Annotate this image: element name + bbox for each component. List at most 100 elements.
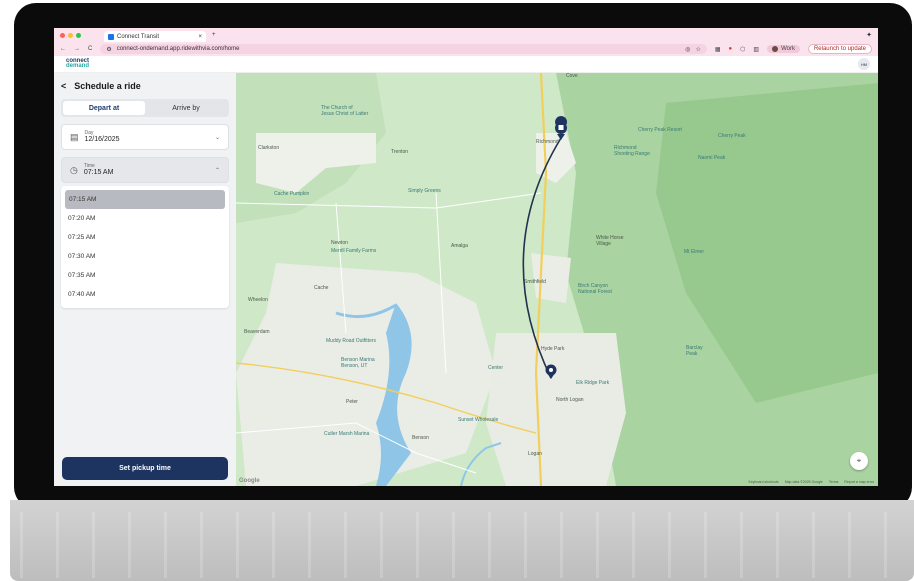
profile-label: Work <box>781 46 795 52</box>
screen: Connect Transit × + ✦ ← → C ⚙ connect-on… <box>54 28 878 486</box>
map-label-newton: Newton <box>331 240 348 246</box>
map-label-cove: Cove <box>566 73 578 79</box>
time-option[interactable]: 07:15 AM <box>65 190 225 209</box>
browser-tab[interactable]: Connect Transit × <box>104 31 206 42</box>
time-options-list: 07:15 AM 07:20 AM 07:25 AM 07:30 AM 07:3… <box>61 186 229 308</box>
favicon-icon <box>108 33 114 40</box>
depart-arrive-toggle: Depart at Arrive by <box>61 99 229 117</box>
logo-line2: demand <box>66 63 90 69</box>
map-label-simply: Simply Greens <box>408 188 441 194</box>
time-value: 07:15 AM <box>83 169 114 176</box>
map-label-trenton: Trenton <box>391 149 409 155</box>
map-label-smithfield: Smithfield <box>524 279 546 285</box>
map-attribution: Keyboard shortcuts Map data ©2025 Google… <box>749 480 874 484</box>
back-chevron-icon[interactable]: < <box>61 81 66 91</box>
map-label-newton-farms: Merrill Family Farms <box>331 248 377 254</box>
tab-depart-at[interactable]: Depart at <box>63 101 145 115</box>
map-label-birch: Birch Canyon National Forest <box>578 283 612 295</box>
tab-close-icon[interactable]: × <box>198 34 202 40</box>
map-label-cache: Cache <box>314 285 329 291</box>
app-header: connect demand HM <box>54 56 878 73</box>
map-label-peter: Peter <box>346 399 358 405</box>
day-field[interactable]: ▤ Day 12/16/2025 ⌄ <box>61 124 229 150</box>
panel-title: Schedule a ride <box>74 81 141 91</box>
terms-link[interactable]: Terms <box>829 480 839 484</box>
url-text: connect-ondemand.app.ridewithvia.com/hom… <box>116 46 240 52</box>
stand-texture <box>20 512 904 578</box>
tab-arrive-by[interactable]: Arrive by <box>145 101 227 115</box>
reload-button[interactable]: C <box>88 46 92 52</box>
profile-chip[interactable]: Work <box>767 45 800 53</box>
extension-icon[interactable]: ▦ <box>715 46 721 53</box>
map-label-benson: Benson <box>412 435 429 441</box>
map-label-muddy: Muddy Road Outfitters <box>326 338 377 344</box>
map-label-logan: Logan <box>528 451 542 457</box>
time-option[interactable]: 07:20 AM <box>61 209 229 228</box>
lens-icon[interactable]: ◎ <box>685 46 690 53</box>
map-label-pumpkin: Cache Pumpkin <box>274 191 310 197</box>
map-label-sunset: Sunset Wholesale <box>458 417 499 423</box>
map-label-cherry-resort: Cherry Peak Resort <box>638 127 682 133</box>
profile-avatar-icon <box>772 46 779 52</box>
time-field[interactable]: ◷ Time 07:15 AM ⌃ <box>61 157 229 183</box>
browser-toolbar: ← → C ⚙ connect-ondemand.app.ridewithvia… <box>54 42 878 56</box>
site-info-icon[interactable]: ⚙ <box>106 46 111 53</box>
keyboard-shortcuts-link[interactable]: Keyboard shortcuts <box>749 480 779 484</box>
google-logo: Google <box>239 478 260 484</box>
bookmark-star-icon[interactable]: ☆ <box>695 46 700 53</box>
puzzle-icon[interactable]: ⬡ <box>740 46 745 53</box>
map-label-richmond: Richmond <box>536 139 559 145</box>
time-option[interactable]: 07:40 AM <box>61 285 229 304</box>
map-label-mt-elmer: Mt Elmer <box>684 249 704 255</box>
day-value: 12/16/2025 <box>84 136 120 143</box>
map-label-hyde-park: Hyde Park <box>541 346 565 352</box>
map-label-barclay: Barclay Peak <box>686 345 703 357</box>
map-data-text: Map data ©2025 Google <box>784 480 823 484</box>
time-option[interactable]: 07:25 AM <box>61 228 229 247</box>
locate-me-button[interactable]: ⌖ <box>850 452 868 470</box>
map-label-clarkston: Clarkston <box>258 145 280 151</box>
forward-button[interactable]: → <box>74 46 80 52</box>
calendar-icon: ▤ <box>70 131 79 142</box>
browser-tabbar: Connect Transit × + ✦ <box>54 28 878 42</box>
maximize-window-dot[interactable] <box>76 32 81 38</box>
sidepanel-icon[interactable]: ▥ <box>753 46 759 53</box>
map-label-amalga: Amalga <box>451 243 468 249</box>
relaunch-label: Relaunch to update <box>813 46 866 52</box>
extension-red-icon[interactable]: ● <box>729 46 733 52</box>
panel-header: < Schedule a ride <box>61 73 229 99</box>
locate-icon: ⌖ <box>856 456 862 465</box>
map-label-richmond-shooting: Richmond Shooting Range <box>614 145 650 157</box>
map-label-naomi: Naomi Peak <box>698 155 726 161</box>
address-bar[interactable]: ⚙ connect-ondemand.app.ridewithvia.com/h… <box>100 44 707 54</box>
app-logo[interactable]: connect demand <box>66 58 90 69</box>
set-pickup-time-button[interactable]: Set pickup time <box>62 457 228 480</box>
map-label-wheelon: Wheelon <box>248 297 268 303</box>
new-tab-button[interactable]: + <box>212 32 216 38</box>
back-button[interactable]: ← <box>60 46 66 52</box>
map-label-cutler: Cutler Marsh Marina <box>324 431 370 437</box>
map-label-cherry-peak: Cherry Peak <box>718 133 746 139</box>
minimize-window-dot[interactable] <box>68 32 73 38</box>
map-label-center: Center <box>488 365 504 371</box>
chevron-down-icon: ⌄ <box>214 134 220 141</box>
report-error-link[interactable]: Report a map error <box>844 480 874 484</box>
tab-search-icon[interactable]: ✦ <box>866 31 872 39</box>
map-canvas <box>236 73 878 486</box>
map-label-benson-marina: Benson Marina Benson, UT <box>341 357 375 369</box>
close-window-dot[interactable] <box>60 32 65 38</box>
chevron-up-icon: ⌃ <box>214 167 220 174</box>
map-label-white-horse: White Horse Village <box>596 235 624 247</box>
map-view[interactable]: Cove The Church of Jesus Christ of Latte… <box>236 73 878 486</box>
user-avatar[interactable]: HM <box>858 58 870 70</box>
map-label-north-logan: North Logan <box>556 397 584 403</box>
app-body: < Schedule a ride Depart at Arrive by ▤ … <box>54 73 878 486</box>
relaunch-button[interactable]: Relaunch to update <box>807 44 872 54</box>
time-option[interactable]: 07:35 AM <box>61 266 229 285</box>
map-label-beaverdam: Beaverdam <box>244 329 270 335</box>
schedule-panel: < Schedule a ride Depart at Arrive by ▤ … <box>54 73 236 486</box>
time-option[interactable]: 07:30 AM <box>61 247 229 266</box>
tab-title: Connect Transit <box>117 33 160 40</box>
map-label-elk-ridge: Elk Ridge Park <box>576 380 610 386</box>
map-label-church: The Church of Jesus Christ of Latter <box>321 105 369 117</box>
